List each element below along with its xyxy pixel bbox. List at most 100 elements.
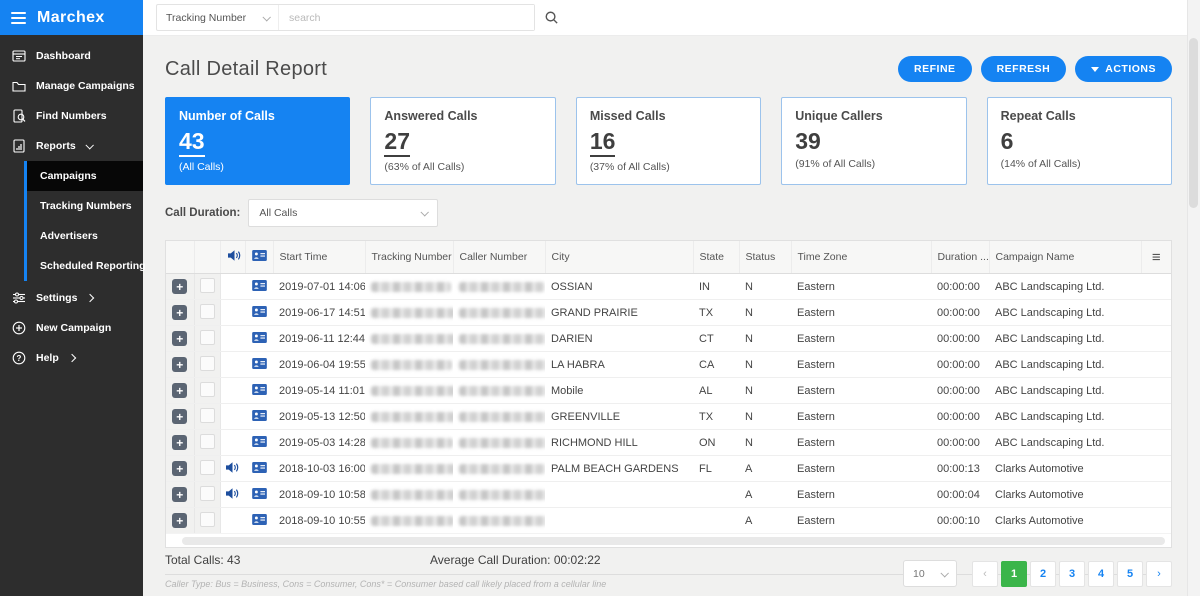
table-row: +2018-09-10 10:55:01 A Eastern 00:00:10 Clar… <box>166 507 1171 533</box>
sidebar-subitem-tracking-numbers[interactable]: Tracking Numbers <box>27 191 143 221</box>
row-checkbox[interactable] <box>199 381 215 397</box>
refresh-button[interactable]: REFRESH <box>980 56 1067 82</box>
page-button-2[interactable]: 2 <box>1030 560 1056 587</box>
row-checkbox[interactable] <box>199 355 215 371</box>
actions-button[interactable]: ACTIONS <box>1075 56 1172 82</box>
sidebar-item-new-campaign[interactable]: New Campaign <box>0 313 143 343</box>
sidebar-item-settings[interactable]: Settings <box>0 283 143 313</box>
column-menu-icon[interactable]: ≡ <box>1152 249 1161 266</box>
card-subtitle: (63% of All Calls) <box>384 161 465 173</box>
contact-card-icon[interactable] <box>251 305 267 320</box>
page-scrollbar-thumb[interactable] <box>1189 38 1198 208</box>
row-checkbox[interactable] <box>199 511 215 527</box>
cell-menu <box>1141 351 1171 378</box>
summary-card-answered-calls[interactable]: Answered Calls 27 (63% of All Calls) <box>370 97 556 185</box>
contact-card-icon[interactable] <box>251 279 267 294</box>
summary-card-number-of-calls[interactable]: Number of Calls 43 (All Calls) <box>165 97 351 185</box>
expand-row-button[interactable]: + <box>172 435 188 450</box>
contact-card-icon[interactable] <box>251 461 267 476</box>
contact-card-icon[interactable] <box>251 409 267 424</box>
page-actions: REFINE REFRESH ACTIONS <box>898 56 1172 82</box>
cell-start-time: 2019-07-01 14:06:08 <box>273 273 365 300</box>
column-header-state[interactable]: State <box>693 241 740 274</box>
sidebar-item-manage-campaigns[interactable]: Manage Campaigns <box>0 71 143 101</box>
page-button-5[interactable]: 5 <box>1117 560 1143 587</box>
chevron-down-icon <box>940 568 949 578</box>
redacted-caller-number <box>459 463 545 474</box>
contact-card-icon[interactable] <box>251 487 267 502</box>
cell-start-time: 2019-05-14 11:01:07 <box>273 377 365 404</box>
expand-row-button[interactable]: + <box>172 383 188 398</box>
column-header-start-time[interactable]: Start Time <box>273 241 366 274</box>
cell-menu <box>1141 325 1171 352</box>
column-header-duration[interactable]: Duration ... <box>931 241 990 274</box>
expand-row-button[interactable]: + <box>172 279 188 294</box>
column-header-tracking-number[interactable]: Tracking Number ... <box>365 241 454 274</box>
expand-row-button[interactable]: + <box>172 513 188 528</box>
contact-card-icon[interactable] <box>251 357 267 372</box>
column-header-status[interactable]: Status <box>739 241 792 274</box>
sidebar-subitem-scheduled-reporting[interactable]: Scheduled Reporting <box>27 251 146 281</box>
sidebar-item-reports[interactable]: Reports <box>0 131 143 161</box>
column-header-campaign-name[interactable]: Campaign Name <box>989 241 1142 274</box>
expand-row-button[interactable]: + <box>172 331 188 346</box>
expand-row-button[interactable]: + <box>172 487 188 502</box>
redacted-caller-number <box>459 489 545 500</box>
scrollbar-thumb[interactable] <box>182 536 1165 545</box>
page-button-3[interactable]: 3 <box>1059 560 1085 587</box>
sidebar-subitem-campaigns[interactable]: Campaigns <box>27 161 143 191</box>
contact-card-icon[interactable] <box>251 513 267 528</box>
speaker-icon[interactable] <box>225 487 240 503</box>
row-checkbox[interactable] <box>199 329 215 345</box>
cell-city: RICHMOND HILL <box>545 429 693 456</box>
contact-card-icon[interactable] <box>251 383 267 398</box>
search-category-select[interactable]: Tracking Number <box>157 5 279 30</box>
card-subtitle: (All Calls) <box>179 161 224 173</box>
row-checkbox[interactable] <box>199 277 215 293</box>
cell-menu <box>1141 429 1171 456</box>
row-checkbox[interactable] <box>199 407 215 423</box>
expand-row-button[interactable]: + <box>172 305 188 320</box>
cell-state: FL <box>693 455 739 482</box>
expand-row-button[interactable]: + <box>172 409 188 424</box>
expand-row-button[interactable]: + <box>172 461 188 476</box>
card-value[interactable]: 43 <box>179 130 205 157</box>
sidebar-item-dashboard[interactable]: Dashboard <box>0 41 143 71</box>
cell-campaign-name: ABC Landscaping Ltd. <box>989 299 1141 326</box>
sidebar-item-help[interactable]: ? Help <box>0 343 143 373</box>
page-size-select[interactable]: 10 <box>903 560 957 587</box>
column-header-city[interactable]: City <box>545 241 694 274</box>
search-icon[interactable] <box>544 10 559 25</box>
sidebar-footer-nav: Settings New Campaign? Help <box>0 281 143 373</box>
summary-card-missed-calls[interactable]: Missed Calls 16 (37% of All Calls) <box>575 97 762 185</box>
page-scrollbar[interactable] <box>1187 0 1200 596</box>
contact-card-icon[interactable] <box>251 331 267 346</box>
cell-duration: 00:00:00 <box>931 325 989 352</box>
refine-button[interactable]: REFINE <box>898 56 972 82</box>
sidebar-item-find-numbers[interactable]: Find Numbers <box>0 101 143 131</box>
page-button-4[interactable]: 4 <box>1088 560 1114 587</box>
summary-card-unique-callers[interactable]: Unique Callers 39 (91% of All Calls) <box>781 97 967 185</box>
redacted-tracking-number <box>371 489 453 500</box>
row-checkbox[interactable] <box>199 485 215 501</box>
row-checkbox[interactable] <box>199 459 215 475</box>
card-value[interactable]: 16 <box>589 130 616 157</box>
sidebar-subitem-advertisers[interactable]: Advertisers <box>27 221 143 251</box>
previous-page-button[interactable]: ‹ <box>972 560 998 587</box>
summary-card-repeat-calls[interactable]: Repeat Calls 6 (14% of All Calls) <box>986 97 1173 185</box>
contact-card-icon[interactable] <box>251 435 267 450</box>
row-checkbox[interactable] <box>199 303 215 319</box>
hamburger-menu-icon[interactable] <box>11 11 26 24</box>
page-button-1[interactable]: 1 <box>1001 560 1027 587</box>
search-input[interactable] <box>279 5 534 30</box>
call-duration-select[interactable]: All Calls <box>248 199 439 227</box>
card-value: 6 <box>1000 128 1014 154</box>
row-checkbox[interactable] <box>199 433 215 449</box>
next-page-button[interactable]: › <box>1146 560 1172 587</box>
column-header-time-zone[interactable]: Time Zone <box>791 241 932 274</box>
column-header-caller-number[interactable]: Caller Number <box>453 241 546 274</box>
card-value[interactable]: 27 <box>384 130 410 157</box>
cell-start-time: 2018-10-03 16:00:16 <box>273 455 365 482</box>
speaker-icon[interactable] <box>225 461 240 477</box>
expand-row-button[interactable]: + <box>172 357 188 372</box>
